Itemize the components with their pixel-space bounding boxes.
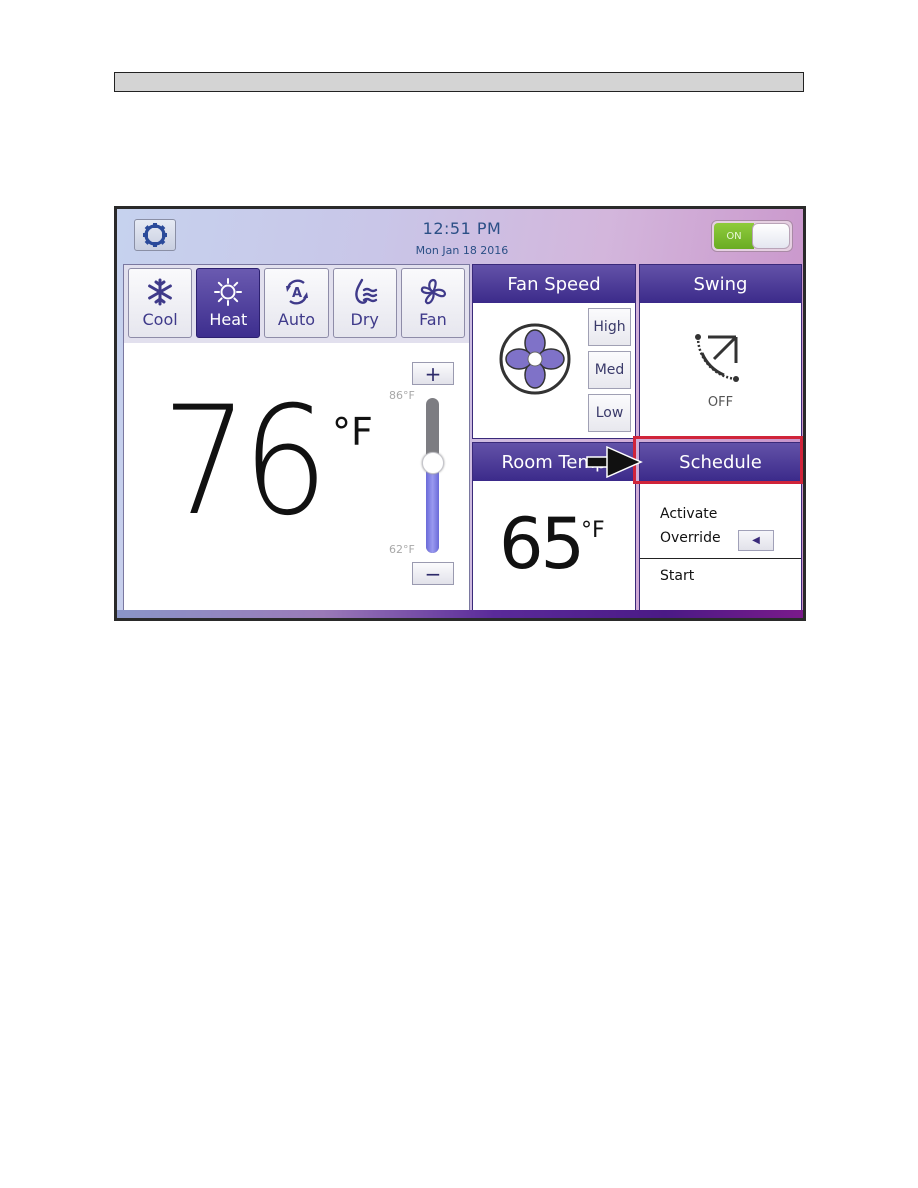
temp-decrease-button[interactable]: − <box>412 562 454 585</box>
fan-blades-icon <box>499 323 571 395</box>
screen-bottom-bezel <box>117 610 803 618</box>
swing-title[interactable]: Swing <box>640 265 801 303</box>
power-toggle-knob[interactable] <box>752 223 790 249</box>
mode-heat-button[interactable]: Heat <box>196 268 261 338</box>
swing-toggle[interactable] <box>690 327 750 387</box>
fan-speed-indicator <box>495 319 575 399</box>
svg-text:A: A <box>291 286 301 301</box>
clock-time: 12:51 PM <box>422 219 502 238</box>
mode-fan-button[interactable]: Fan <box>400 268 466 338</box>
settings-button[interactable] <box>134 219 176 251</box>
swing-tile: Swing OFF <box>639 264 802 439</box>
droplet-waves-icon <box>354 278 377 304</box>
document-header-bar <box>114 72 804 92</box>
thermostat-screen: 12:51 PM Mon Jan 18 2016 ON Cool Heat A … <box>114 206 806 621</box>
temperature-slider-track[interactable] <box>426 398 439 553</box>
power-on-label: ON <box>714 223 754 249</box>
temperature-slider-fill <box>426 462 439 553</box>
mode-heat-label: Heat <box>209 310 248 329</box>
clock-date: Mon Jan 18 2016 <box>415 244 509 257</box>
setpoint-panel: Cool Heat A Auto Dry Fan 76 °F + 86°F 62… <box>123 264 470 614</box>
arrow-right-icon <box>586 446 643 478</box>
mode-cool-button[interactable]: Cool <box>128 268 193 338</box>
temperature-slider-thumb[interactable] <box>422 451 444 474</box>
range-min-label: 62°F <box>389 543 415 556</box>
room-temp-value: 65 <box>499 503 585 585</box>
mode-dry-button[interactable]: Dry <box>332 268 397 338</box>
setpoint-unit: °F <box>332 410 373 454</box>
gear-icon <box>143 223 167 247</box>
schedule-override-label: Override <box>660 530 721 546</box>
power-toggle[interactable]: ON <box>711 220 793 252</box>
mode-auto-button[interactable]: A Auto <box>264 268 329 338</box>
fan-speed-tile: Fan Speed High Med Low <box>472 264 636 439</box>
sun-icon <box>214 278 243 306</box>
fan-speed-title[interactable]: Fan Speed <box>473 265 635 303</box>
schedule-highlight-box <box>633 436 803 484</box>
swing-arc-arrow-icon <box>695 334 739 382</box>
auto-cycle-icon: A <box>285 279 308 305</box>
schedule-activate-label: Activate <box>660 506 718 522</box>
schedule-start-label: Start <box>660 568 695 584</box>
fan-speed-med-button[interactable]: Med <box>588 351 631 389</box>
fan-icon <box>420 278 447 305</box>
schedule-divider <box>640 558 801 559</box>
mode-cool-label: Cool <box>142 310 178 329</box>
temp-increase-button[interactable]: + <box>412 362 454 385</box>
mode-fan-label: Fan <box>419 310 447 329</box>
mode-auto-label: Auto <box>277 310 316 329</box>
swing-status: OFF <box>707 395 734 410</box>
range-max-label: 86°F <box>389 389 415 402</box>
fan-speed-high-button[interactable]: High <box>588 308 631 346</box>
triangle-left-icon: ◀ <box>752 535 760 546</box>
fan-speed-low-button[interactable]: Low <box>588 394 631 432</box>
room-temp-unit: °F <box>581 518 605 543</box>
mode-selector: Cool Heat A Auto Dry Fan <box>124 265 469 343</box>
snowflake-icon <box>148 278 172 306</box>
setpoint-value: 76 <box>162 375 328 549</box>
mode-dry-label: Dry <box>350 310 379 329</box>
override-toggle-button[interactable]: ◀ <box>738 530 774 551</box>
